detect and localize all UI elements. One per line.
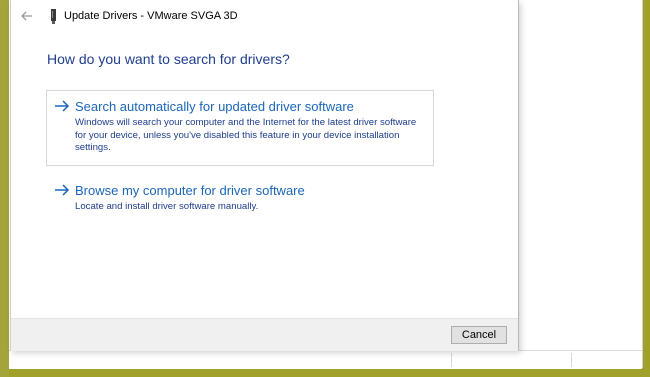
arrow-right-icon [55, 184, 70, 196]
background-status-bar [9, 350, 642, 369]
update-drivers-dialog: Update Drivers - VMware SVGA 3D How do y… [10, 0, 519, 351]
search-automatically-option[interactable]: Search automatically for updated driver … [46, 90, 434, 166]
arrow-right-icon [55, 100, 70, 112]
dialog-title: Update Drivers - VMware SVGA 3D [64, 10, 238, 22]
cancel-button[interactable]: Cancel [451, 326, 507, 344]
dialog-footer: Cancel [11, 318, 518, 351]
back-arrow-icon [21, 11, 32, 21]
option-description: Windows will search your computer and th… [75, 117, 417, 153]
desktop-edge [0, 0, 9, 377]
browse-computer-option[interactable]: Browse my computer for driver software L… [46, 174, 434, 220]
option-description: Locate and install driver software manua… [75, 201, 259, 212]
option-title: Search automatically for updated driver … [75, 99, 354, 114]
option-title: Browse my computer for driver software [75, 183, 305, 198]
status-separator [451, 353, 452, 367]
device-icon [49, 9, 59, 24]
title-bar: Update Drivers - VMware SVGA 3D [11, 0, 518, 32]
back-button[interactable] [17, 7, 37, 25]
page-heading: How do you want to search for drivers? [47, 51, 290, 67]
status-separator [571, 353, 572, 367]
